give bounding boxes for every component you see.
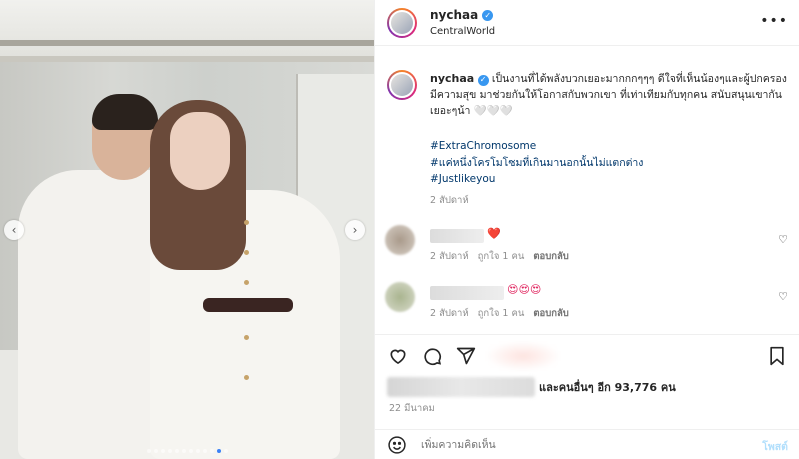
hashtag-link[interactable]: #Justlikeyou bbox=[430, 171, 643, 188]
post-actions: และคนอื่นๆ อีก 93,776 คน 22 มีนาคม โพสต์ bbox=[375, 334, 799, 459]
emoji-icon[interactable] bbox=[387, 435, 407, 455]
media-rail bbox=[0, 40, 374, 46]
photo-dress-button bbox=[244, 280, 249, 285]
caption-timestamp: 2 สัปดาห์ bbox=[430, 195, 469, 206]
hashtag-link[interactable]: #ExtraChromosome bbox=[430, 138, 643, 155]
carousel-dot bbox=[223, 449, 228, 453]
verified-badge-icon: ✓ bbox=[477, 74, 489, 86]
photo-dress-button bbox=[244, 375, 249, 380]
chevron-right-icon: › bbox=[352, 223, 358, 237]
comment-icon[interactable] bbox=[421, 345, 443, 367]
comment-username-redacted[interactable] bbox=[430, 286, 504, 300]
photo-belt bbox=[203, 298, 293, 312]
carousel-dot bbox=[153, 449, 158, 453]
photo-man-hair bbox=[92, 94, 158, 130]
reply-button[interactable]: ตอบกลับ bbox=[533, 306, 569, 321]
carousel-prev-button[interactable]: ‹ bbox=[4, 220, 24, 240]
comment-meta: 2 สัปดาห์ ถูกใจ 1 คน ตอบกลับ bbox=[430, 306, 569, 321]
comment-text: 😍😍😍 bbox=[507, 283, 542, 296]
avatar[interactable] bbox=[385, 282, 415, 312]
post-header: nychaa ✓ CentralWorld ••• bbox=[375, 0, 799, 46]
share-icon[interactable] bbox=[455, 345, 477, 367]
hashtag-list: #ExtraChromosome #แค่หนึ่งโครโมโซมที่เกิ… bbox=[430, 138, 643, 188]
media-ceiling bbox=[0, 0, 374, 62]
heart-icon[interactable]: ♡ bbox=[778, 233, 788, 246]
comment-likes[interactable]: ถูกใจ 1 คน bbox=[478, 249, 525, 264]
likes-summary[interactable]: และคนอื่นๆ อีก 93,776 คน bbox=[387, 377, 676, 397]
avatar[interactable] bbox=[387, 70, 417, 100]
more-options-icon[interactable]: ••• bbox=[760, 13, 788, 29]
post-date: 22 มีนาคม bbox=[389, 403, 435, 414]
header-username[interactable]: nychaa bbox=[430, 8, 478, 22]
photo-woman-face bbox=[170, 112, 230, 190]
carousel-dot bbox=[181, 449, 186, 453]
photo-dress-button bbox=[244, 220, 249, 225]
post-comment-button[interactable]: โพสต์ bbox=[762, 438, 788, 455]
carousel-dot bbox=[174, 449, 179, 453]
comment-text: ❤️ bbox=[487, 227, 501, 240]
verified-badge-icon: ✓ bbox=[482, 9, 494, 21]
carousel-dot bbox=[195, 449, 200, 453]
photo-dress-button bbox=[244, 335, 249, 340]
comment-likes[interactable]: ถูกใจ 1 คน bbox=[478, 306, 525, 321]
comment-username-redacted[interactable] bbox=[430, 229, 484, 243]
carousel-dot bbox=[160, 449, 165, 453]
post-details-panel: nychaa ✓ CentralWorld ••• nychaa ✓ เป็นง… bbox=[374, 0, 799, 459]
comment-input[interactable] bbox=[421, 436, 721, 454]
photo-dress-button bbox=[244, 250, 249, 255]
comment-meta: 2 สัปดาห์ ถูกใจ 1 คน ตอบกลับ bbox=[430, 249, 569, 264]
carousel-next-button[interactable]: › bbox=[345, 220, 365, 240]
caption-text: nychaa ✓ เป็นงานที่ได้พลังบวกเยอะมากกกๆๆ… bbox=[430, 71, 790, 119]
reply-button[interactable]: ตอบกลับ bbox=[533, 249, 569, 264]
carousel-dot bbox=[146, 449, 151, 453]
caption-username[interactable]: nychaa bbox=[430, 72, 474, 85]
carousel-dot bbox=[202, 449, 207, 453]
likes-count[interactable]: และคนอื่นๆ อีก 93,776 คน bbox=[539, 378, 676, 396]
carousel-indicator bbox=[0, 449, 374, 453]
carousel-dot bbox=[209, 449, 214, 453]
comment-time: 2 สัปดาห์ bbox=[430, 251, 469, 262]
carousel-dot bbox=[188, 449, 193, 453]
hashtag-link[interactable]: #แค่หนึ่งโครโมโซมที่เกินมานอกนั้นไม่แตกต… bbox=[430, 155, 643, 172]
add-comment-bar: โพสต์ bbox=[375, 429, 799, 459]
comment-time: 2 สัปดาห์ bbox=[430, 308, 469, 319]
post-media[interactable]: ‹ › bbox=[0, 0, 374, 459]
carousel-dot bbox=[216, 449, 221, 453]
avatar[interactable] bbox=[385, 225, 415, 255]
carousel-dot bbox=[167, 449, 172, 453]
heart-icon[interactable] bbox=[387, 345, 409, 367]
liked-by-user-redacted bbox=[387, 377, 535, 397]
chevron-left-icon: ‹ bbox=[11, 223, 17, 237]
avatar[interactable] bbox=[387, 8, 417, 38]
heart-icon[interactable]: ♡ bbox=[778, 290, 788, 303]
liked-by-avatars bbox=[485, 341, 561, 371]
location-link[interactable]: CentralWorld bbox=[430, 26, 495, 37]
bookmark-icon[interactable] bbox=[766, 345, 788, 367]
